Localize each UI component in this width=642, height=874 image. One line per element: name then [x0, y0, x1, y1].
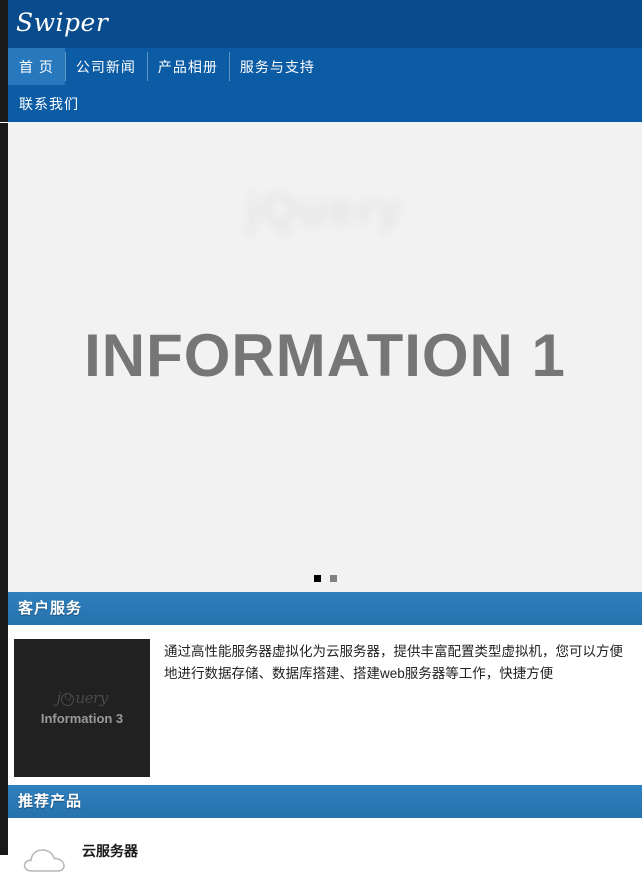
nav-item-home[interactable]: 首 页: [8, 48, 65, 85]
main-navigation: 首 页 公司新闻 产品相册 服务与支持 联系我们: [0, 48, 642, 122]
cloud-icon: [23, 849, 65, 872]
section-title: 推荐产品: [18, 793, 83, 810]
nav-item-label: 首 页: [19, 58, 54, 75]
section-body-recommended-products: 云服务器: [8, 818, 642, 874]
brand-bar: Swiper: [0, 0, 642, 48]
jquery-logo-circle: Q: [61, 692, 75, 706]
carousel-pagination: [8, 575, 642, 582]
section-title: 客户服务: [18, 600, 83, 617]
jquery-watermark-icon: jQuery: [246, 183, 404, 235]
service-thumbnail-label: Information 3: [40, 711, 124, 726]
service-thumbnail[interactable]: j Query Information 3: [14, 639, 150, 777]
product-list-item[interactable]: 云服务器: [8, 834, 642, 874]
nav-item-label: 联系我们: [19, 95, 79, 112]
page-root: Swiper 首 页 公司新闻 产品相册 服务与支持 联系我们 jQuery I: [0, 0, 642, 874]
service-entry: j Query Information 3 通过高性能服务器虚拟化为云服务器，提供…: [8, 635, 642, 785]
jquery-logo-icon: j Query: [56, 689, 108, 707]
site-header: Swiper 首 页 公司新闻 产品相册 服务与支持 联系我们: [0, 0, 642, 122]
nav-item-label: 服务与支持: [239, 58, 315, 75]
section-recommended-products: 推荐产品 云服务器: [8, 785, 642, 874]
carousel-slide-title: INFORMATION 1: [84, 322, 566, 389]
nav-item-service-support[interactable]: 服务与支持: [228, 48, 326, 85]
section-body-customer-service: j Query Information 3 通过高性能服务器虚拟化为云服务器，提供…: [8, 625, 642, 785]
section-customer-service: 客户服务 j Query Information 3 通过高性能服务器虚拟化为云服…: [8, 592, 642, 785]
nav-item-product-gallery[interactable]: 产品相册: [146, 48, 229, 85]
carousel-slide-active: jQuery INFORMATION 1: [8, 122, 642, 592]
carousel-bullet-2[interactable]: [329, 575, 337, 582]
nav-item-label: 公司新闻: [75, 58, 136, 75]
image-carousel[interactable]: jQuery INFORMATION 1: [8, 122, 642, 592]
section-header-customer-service: 客户服务: [8, 592, 642, 625]
service-description: 通过高性能服务器虚拟化为云服务器，提供丰富配置类型虚拟机，您可以方便地进行数据存…: [164, 644, 623, 681]
carousel-bullet-1[interactable]: [313, 575, 321, 582]
nav-item-company-news[interactable]: 公司新闻: [64, 48, 147, 85]
left-rail-decoration: [0, 123, 8, 855]
product-name: 云服务器: [82, 843, 138, 859]
section-header-recommended-products: 推荐产品: [8, 785, 642, 818]
site-logo[interactable]: Swiper: [16, 10, 108, 38]
nav-item-label: 产品相册: [157, 58, 218, 75]
nav-item-contact-us[interactable]: 联系我们: [8, 85, 90, 122]
